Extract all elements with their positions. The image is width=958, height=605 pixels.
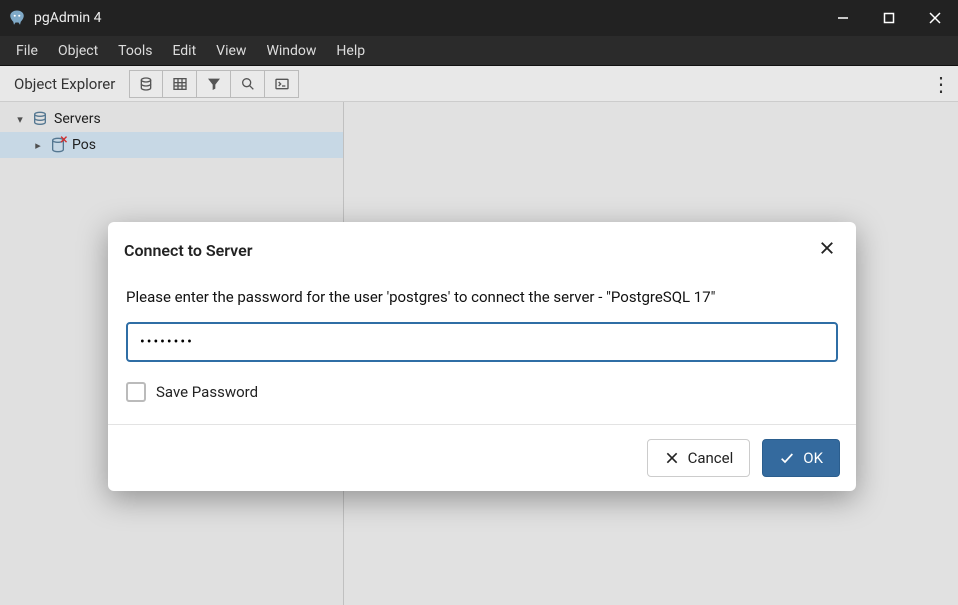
connect-server-dialog: Connect to Server Please enter the passw… [108, 222, 856, 491]
app-window: pgAdmin 4 File Object Tools Edit View Wi… [0, 0, 958, 605]
window-controls [820, 0, 958, 36]
ok-button[interactable]: OK [762, 439, 840, 477]
window-title: pgAdmin 4 [34, 10, 820, 26]
menu-help[interactable]: Help [326, 39, 375, 63]
menubar: File Object Tools Edit View Window Help [0, 36, 958, 66]
panel-title: Object Explorer [0, 66, 129, 101]
menu-edit[interactable]: Edit [162, 39, 206, 63]
check-icon [779, 450, 795, 466]
close-button[interactable] [912, 0, 958, 36]
dialog-message: Please enter the password for the user '… [126, 288, 838, 306]
minimize-button[interactable] [820, 0, 866, 36]
save-password-label: Save Password [156, 383, 258, 401]
menu-view[interactable]: View [206, 39, 256, 63]
query-tool-icon[interactable] [129, 70, 163, 98]
modal-backdrop: Connect to Server Please enter the passw… [0, 102, 958, 605]
save-password-checkbox[interactable] [126, 382, 146, 402]
view-data-icon[interactable] [163, 70, 197, 98]
filter-icon[interactable] [197, 70, 231, 98]
cancel-button[interactable]: Cancel [647, 439, 751, 477]
close-icon [664, 450, 680, 466]
menu-tools[interactable]: Tools [108, 39, 162, 63]
cancel-button-label: Cancel [688, 449, 734, 467]
explorer-toolbar: Object Explorer ⋮ [0, 66, 958, 102]
titlebar: pgAdmin 4 [0, 0, 958, 36]
menu-window[interactable]: Window [256, 39, 326, 63]
password-input[interactable] [126, 322, 838, 362]
dialog-title: Connect to Server [124, 241, 814, 260]
maximize-button[interactable] [866, 0, 912, 36]
menu-file[interactable]: File [6, 39, 48, 63]
ok-button-label: OK [803, 449, 823, 467]
search-icon[interactable] [231, 70, 265, 98]
psql-icon[interactable] [265, 70, 299, 98]
dialog-close-button[interactable] [814, 234, 840, 266]
more-menu-icon[interactable]: ⋮ [924, 66, 958, 101]
main-body: ▾ Servers ▸ ✕ Pos Connect to Server [0, 102, 958, 605]
app-logo [8, 9, 26, 27]
menu-object[interactable]: Object [48, 39, 108, 63]
